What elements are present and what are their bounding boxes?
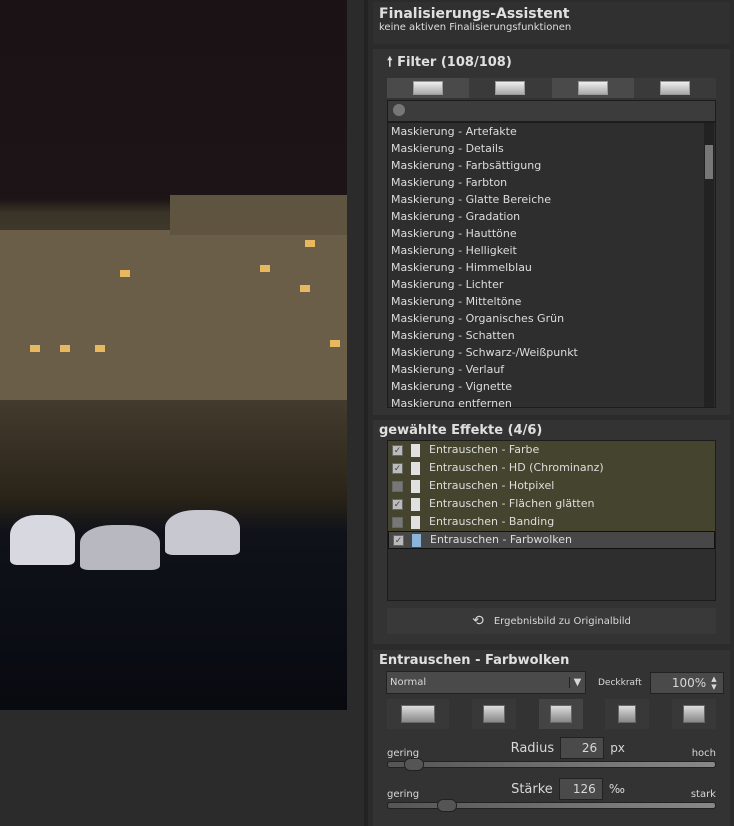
filter-search-input[interactable] xyxy=(387,100,716,122)
filter-list-item[interactable]: Maskierung - Gradation xyxy=(388,208,715,225)
effects-list: ✓ Entrauschen - Farbe ✓ Entrauschen - HD (C… xyxy=(387,440,716,601)
effect-checkbox[interactable] xyxy=(392,516,403,528)
blend-mode-select[interactable]: Normal ▼ xyxy=(386,671,586,694)
filter-list-item[interactable]: Maskierung - Vignette xyxy=(388,378,715,395)
effect-item[interactable]: ✓ Entrauschen - Farbe xyxy=(388,441,715,459)
radius-slider-handle[interactable] xyxy=(404,758,425,771)
view-tab-two-columns[interactable] xyxy=(387,78,470,98)
effect-item[interactable]: ✓ Entrauschen - Flächen glätten xyxy=(388,495,715,513)
opacity-stepper[interactable]: 100% ▲ ▼ xyxy=(649,671,724,694)
filter-list-item[interactable]: Maskierung - Organisches Grün xyxy=(388,310,715,327)
filter-list-item[interactable]: Maskierung - Schatten xyxy=(388,327,715,344)
view-tab-mixed[interactable] xyxy=(551,78,634,98)
settings-title: Entrauschen - Farbwolken xyxy=(379,653,570,668)
panel-splitter[interactable] xyxy=(364,0,368,826)
filter-list: Maskierung - Artefakte Maskierung - Detai… xyxy=(387,122,716,408)
view-tab-left[interactable] xyxy=(469,78,552,98)
undo-icon: ⟲ xyxy=(472,613,484,629)
strength-slider-handle[interactable] xyxy=(437,799,458,812)
filter-list-item[interactable]: Maskierung entfernen xyxy=(388,395,715,407)
strength-input[interactable]: 126 xyxy=(558,778,603,800)
filter-list-item[interactable]: Maskierung - Farbsättigung xyxy=(388,157,715,174)
arrow-up-icon: 🠕 xyxy=(387,55,393,70)
mask-add-icon xyxy=(549,705,572,723)
gradient-icon xyxy=(618,705,637,723)
filter-list-item[interactable]: Maskierung - Mitteltöne xyxy=(388,293,715,310)
radius-label: Radius xyxy=(510,740,555,756)
assistant-subtitle: keine aktiven Finalisierungsfunktionen xyxy=(379,22,572,33)
chevron-down-icon: ▼ xyxy=(569,677,585,688)
effect-item[interactable]: Entrauschen - Banding xyxy=(388,513,715,531)
search-icon xyxy=(393,104,405,116)
effect-checkbox[interactable] xyxy=(392,480,403,492)
document-icon xyxy=(411,515,420,529)
effect-item[interactable]: Entrauschen - Hotpixel xyxy=(388,477,715,495)
scrollbar-thumb[interactable] xyxy=(705,145,713,179)
filter-list-item[interactable]: Maskierung - Helligkeit xyxy=(388,242,715,259)
mask-export-icon xyxy=(482,705,505,723)
assistant-title: Finalisierungs-Assistent xyxy=(379,6,570,22)
spin-arrows-icon[interactable]: ▲ ▼ xyxy=(711,675,716,691)
filter-view-tabs xyxy=(387,78,716,98)
radius-input[interactable]: 26 xyxy=(560,737,605,759)
mask-export-button[interactable] xyxy=(471,699,516,729)
filter-list-item[interactable]: Maskierung - Himmelblau xyxy=(388,259,715,276)
view-tab-right[interactable] xyxy=(633,78,716,98)
filter-scrollbar[interactable] xyxy=(704,123,714,407)
effect-item[interactable]: ✓ Entrauschen - Farbwolken xyxy=(388,531,715,549)
effect-checkbox[interactable]: ✓ xyxy=(392,444,403,456)
opacity-label: Deckkraft xyxy=(598,677,642,688)
mask-house-icon xyxy=(401,705,435,723)
document-icon xyxy=(411,443,420,457)
align-right-icon xyxy=(659,81,690,95)
align-left-icon xyxy=(495,81,526,95)
filter-list-item[interactable]: Maskierung - Lichter xyxy=(388,276,715,293)
effect-checkbox[interactable]: ✓ xyxy=(392,498,403,510)
radius-slider[interactable] xyxy=(387,758,716,771)
strength-max-label: stark xyxy=(690,789,716,800)
document-icon xyxy=(412,533,421,547)
radius-max-label: hoch xyxy=(691,748,716,759)
mask-delete-icon xyxy=(683,705,705,723)
filter-list-item[interactable]: Maskierung - Verlauf xyxy=(388,361,715,378)
filter-list-item[interactable]: Maskierung - Glatte Bereiche xyxy=(388,191,715,208)
filter-list-item[interactable]: Maskierung - Farbton xyxy=(388,174,715,191)
document-icon xyxy=(411,479,420,493)
image-preview[interactable] xyxy=(0,0,347,710)
filter-list-item[interactable]: Maskierung - Hauttöne xyxy=(388,225,715,242)
strength-label: Stärke xyxy=(511,781,553,797)
two-columns-icon xyxy=(413,81,444,95)
effect-checkbox[interactable]: ✓ xyxy=(392,462,403,474)
filter-header[interactable]: 🠕 Filter (108/108) xyxy=(387,53,716,75)
effect-item[interactable]: ✓ Entrauschen - HD (Chrominanz) xyxy=(388,459,715,477)
mixed-layout-icon xyxy=(577,81,608,95)
effect-checkbox[interactable]: ✓ xyxy=(393,534,404,546)
effects-title: gewählte Effekte (4/6) xyxy=(379,423,543,438)
strength-min-label: gering xyxy=(387,789,420,800)
filter-list-item[interactable]: Maskierung - Artefakte xyxy=(388,123,715,140)
filter-list-item[interactable]: Maskierung - Schwarz-/Weißpunkt xyxy=(388,344,715,361)
strength-slider[interactable] xyxy=(387,799,716,812)
gradient-mask-button[interactable] xyxy=(605,699,650,729)
reset-to-original-button[interactable]: ⟲ Ergebnisbild zu Originalbild xyxy=(387,608,716,634)
mask-apply-button[interactable] xyxy=(387,699,449,729)
mask-add-button[interactable] xyxy=(538,699,583,729)
document-icon xyxy=(411,461,420,475)
document-icon xyxy=(411,497,420,511)
mask-delete-button[interactable] xyxy=(672,699,716,729)
filter-list-item[interactable]: Maskierung - Details xyxy=(388,140,715,157)
